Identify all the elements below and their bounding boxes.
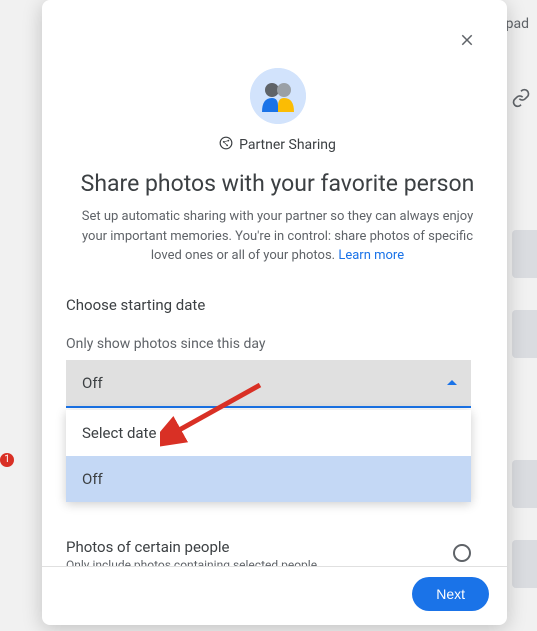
dropdown-menu: Select date Off [66, 410, 471, 502]
people-radio[interactable] [453, 544, 471, 562]
dropdown-selected-value: Off [82, 374, 103, 392]
dropdown-option-select-date[interactable]: Select date [66, 410, 471, 456]
bg-thumb [512, 540, 537, 588]
date-field-label: Only show photos since this day [66, 336, 489, 352]
close-button[interactable] [455, 28, 479, 52]
partner-sharing-label: Partner Sharing [239, 137, 336, 153]
share-icon [219, 136, 233, 154]
bg-thumb [512, 460, 537, 508]
partner-sharing-modal: Partner Sharing Share photos with your f… [42, 0, 507, 625]
dropdown-option-off[interactable]: Off [66, 456, 471, 502]
partner-sharing-hero-icon [250, 68, 306, 124]
notification-badge: 1 [0, 453, 14, 467]
modal-heading: Share photos with your favorite person [66, 170, 489, 197]
next-button[interactable]: Next [412, 577, 489, 611]
learn-more-link[interactable]: Learn more [338, 248, 404, 263]
people-section: Photos of certain people Only include ph… [66, 538, 471, 567]
starting-date-section-title: Choose starting date [66, 296, 489, 314]
modal-description: Set up automatic sharing with your partn… [76, 207, 479, 266]
dropdown-selected[interactable]: Off [66, 360, 471, 408]
partner-sharing-label-row: Partner Sharing [66, 136, 489, 154]
modal-footer: Next [42, 566, 507, 625]
chevron-up-icon [447, 380, 457, 385]
bg-upload-text: pad [506, 16, 529, 32]
bg-thumb [512, 230, 537, 278]
people-subtitle: Only include photos containing selected … [66, 558, 317, 567]
link-icon [511, 88, 531, 112]
bg-thumb [512, 310, 537, 358]
starting-date-dropdown[interactable]: Off Select date Off [66, 360, 471, 408]
people-title: Photos of certain people [66, 538, 317, 556]
